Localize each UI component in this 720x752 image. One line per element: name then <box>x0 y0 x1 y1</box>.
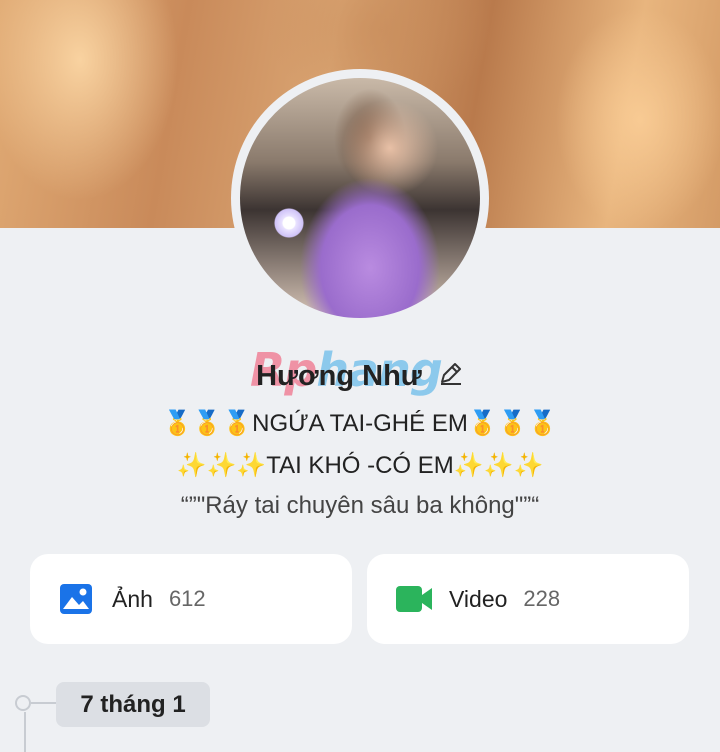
edit-pencil-icon[interactable] <box>438 357 464 397</box>
photos-count: 612 <box>168 586 206 611</box>
videos-card[interactable]: Video 228 <box>367 554 689 644</box>
timeline-date-chip: 7 tháng 1 <box>56 682 210 727</box>
videos-label: Video <box>449 585 508 612</box>
photos-card[interactable]: Ảnh 612 <box>30 554 352 644</box>
timeline-connector <box>31 702 56 704</box>
flower-decoration <box>274 208 304 238</box>
bio-line-1: 🥇🥇🥇NGỨA TAI-GHÉ EM🥇🥇🥇 <box>162 410 558 437</box>
photos-label: Ảnh <box>112 585 153 612</box>
bio-line-3: “”"Ráy tai chuyên sâu ba không"”“ <box>180 492 540 519</box>
videos-count: 228 <box>523 586 561 611</box>
avatar[interactable] <box>240 78 480 318</box>
bio-line-2: ✨✨✨TAI KHÓ -CÓ EM✨✨✨ <box>176 452 544 479</box>
profile-name-row: Hương Như <box>0 356 720 397</box>
image-icon <box>58 581 94 617</box>
timeline-line <box>24 712 26 752</box>
video-camera-icon <box>395 581 432 617</box>
timeline-dot <box>15 695 31 711</box>
profile-name: Hương Như <box>256 360 422 392</box>
